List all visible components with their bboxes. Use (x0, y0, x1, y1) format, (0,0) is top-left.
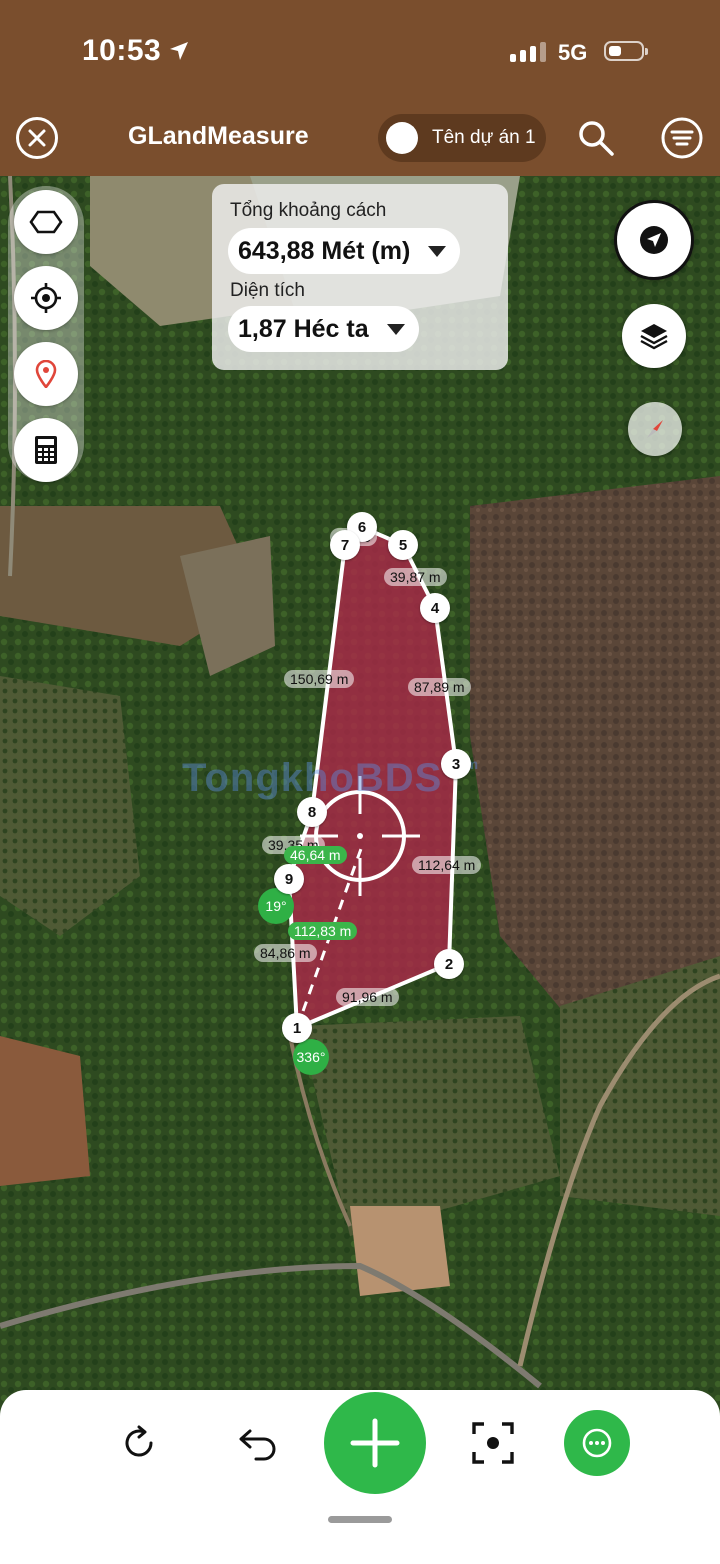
status-bar: 10:53 5G (0, 0, 720, 100)
angle-badge: 336° (293, 1039, 329, 1075)
pin-button[interactable] (14, 342, 78, 406)
segment-label-4-5: 39,87 m (384, 568, 447, 586)
guide-label-2: 112,83 m (288, 922, 358, 940)
compass-button[interactable] (628, 402, 682, 456)
segment-label-7-8: 150,69 m (284, 670, 355, 688)
vertex-marker[interactable]: 5 (388, 530, 418, 560)
watermark-text: TongkhoBDS (182, 756, 443, 800)
vertex-marker[interactable]: 8 (297, 797, 327, 827)
redo-icon (125, 1425, 153, 1457)
app-header: GLandMeasure Tên dự án 1 (0, 100, 720, 176)
close-button[interactable] (16, 117, 58, 159)
project-toggle[interactable]: Tên dự án 1 (378, 114, 546, 162)
navigation-icon (640, 226, 668, 254)
locate-target-icon (31, 283, 61, 313)
status-time: 10:53 (82, 34, 162, 67)
vertex-marker[interactable]: 1 (282, 1013, 312, 1043)
area-unit-select[interactable]: 1,87 Héc ta (228, 306, 419, 352)
add-icon (350, 1418, 400, 1468)
home-indicator (328, 1516, 392, 1523)
segment-label-2-3: 112,64 m (412, 856, 482, 874)
segment-label-1-2: 91,96 m (336, 988, 399, 1006)
distance-unit-select[interactable]: 643,88 Mét (m) (228, 228, 461, 274)
signal-icon (510, 42, 546, 62)
distance-label: Tổng khoảng cách (230, 200, 387, 221)
layers-button[interactable] (622, 304, 686, 368)
segment-label-3-4: 87,89 m (408, 678, 471, 696)
search-icon[interactable] (576, 118, 616, 158)
redo-button[interactable] (116, 1420, 162, 1466)
vertex-marker[interactable]: 2 (434, 949, 464, 979)
layers-icon (640, 324, 668, 350)
capture-icon (472, 1422, 514, 1464)
polygon-icon (29, 210, 63, 234)
guide-label-1: 46,64 m (284, 846, 347, 864)
locate-button[interactable] (14, 266, 78, 330)
calculator-button[interactable] (14, 418, 78, 482)
compass-icon (647, 420, 663, 438)
map-pin-icon (35, 360, 57, 388)
more-icon (582, 1428, 612, 1458)
location-arrow-icon (170, 42, 188, 60)
vertex-marker[interactable]: 3 (441, 749, 471, 779)
undo-icon (239, 1429, 276, 1461)
project-name: Tên dự án 1 (432, 127, 536, 148)
segment-label-9-1: 84,86 m (254, 944, 317, 962)
navigation-button[interactable] (614, 200, 694, 280)
undo-button[interactable] (234, 1420, 282, 1466)
battery-icon (604, 41, 648, 61)
vertex-marker[interactable]: 4 (420, 593, 450, 623)
menu-icon[interactable] (660, 116, 704, 160)
toggle-knob (386, 122, 418, 154)
close-icon (28, 129, 46, 147)
watermark: TongkhoBDS.com (182, 756, 479, 801)
network-type: 5G (558, 40, 588, 65)
vertex-marker[interactable]: 9 (274, 864, 304, 894)
calculator-icon (35, 436, 57, 464)
area-label: Diện tích (230, 280, 305, 301)
polygon-tool-button[interactable] (14, 190, 78, 254)
vertex-marker[interactable]: 7 (330, 530, 360, 560)
app-title: GLandMeasure (128, 122, 309, 150)
chevron-down-icon (428, 245, 447, 257)
measurement-card: Tổng khoảng cách 643,88 Mét (m) Diện tíc… (212, 184, 508, 370)
capture-button[interactable] (468, 1418, 518, 1468)
chevron-down-icon (386, 323, 405, 335)
more-button[interactable] (564, 1410, 630, 1476)
add-point-button[interactable] (324, 1392, 426, 1494)
left-toolbar (8, 186, 84, 482)
area-value: 1,87 Héc ta (238, 314, 369, 343)
distance-value: 643,88 Mét (m) (238, 236, 411, 265)
